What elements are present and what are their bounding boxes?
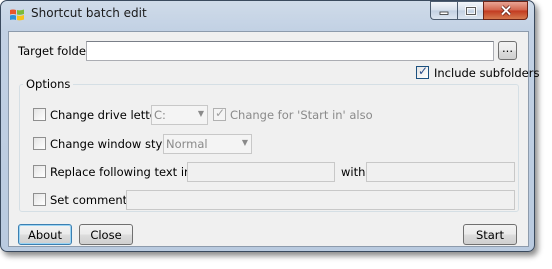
chevron-down-icon: ▼	[241, 138, 248, 147]
checkmark-icon: ✓	[215, 106, 226, 120]
maximize-button[interactable]	[457, 1, 483, 20]
about-button[interactable]: About	[18, 224, 72, 245]
include-subfolders-label: Include subfolders	[434, 66, 540, 80]
replace-text-input[interactable]	[366, 162, 515, 182]
maximize-icon	[464, 5, 477, 16]
browse-button[interactable]: ...	[498, 41, 517, 60]
window-style-value: Normal	[166, 137, 208, 151]
with-label: with	[341, 165, 366, 179]
close-window-button[interactable]	[483, 1, 528, 20]
start-in-label: Change for 'Start in' also	[230, 108, 373, 122]
set-comment-checkbox[interactable]	[33, 193, 46, 206]
minimize-icon	[439, 11, 449, 15]
close-button[interactable]: Close	[79, 224, 133, 245]
dialog-window: Shortcut batch edit Target folder: ... ✓…	[0, 0, 539, 252]
target-folder-input[interactable]	[86, 41, 494, 61]
window-style-checkbox[interactable]	[33, 137, 46, 150]
minimize-button[interactable]	[430, 1, 457, 20]
chevron-down-icon: ▼	[197, 109, 204, 118]
app-windows-logo-icon	[10, 9, 24, 21]
title-bar-buttons	[430, 1, 528, 20]
dialog-client-area: Target folder: ... ✓ Include subfolders …	[8, 31, 539, 247]
start-button[interactable]: Start	[463, 224, 517, 245]
window-title: Shortcut batch edit	[31, 6, 147, 20]
checkmark-icon: ✓	[418, 64, 429, 78]
change-drive-checkbox[interactable]	[33, 108, 46, 121]
drive-letter-value: C:	[154, 108, 166, 122]
target-folder-label: Target folder:	[18, 44, 95, 58]
comment-input[interactable]	[126, 190, 515, 210]
close-icon	[500, 5, 511, 16]
drive-letter-select[interactable]: C: ▼	[151, 105, 208, 125]
replace-text-checkbox[interactable]	[33, 165, 46, 178]
window-style-select[interactable]: Normal ▼	[163, 134, 252, 154]
find-text-input[interactable]	[187, 162, 335, 182]
include-subfolders-checkbox[interactable]: ✓	[416, 64, 429, 79]
options-group-label: Options	[23, 77, 74, 91]
start-in-checkbox[interactable]: ✓	[213, 106, 226, 121]
